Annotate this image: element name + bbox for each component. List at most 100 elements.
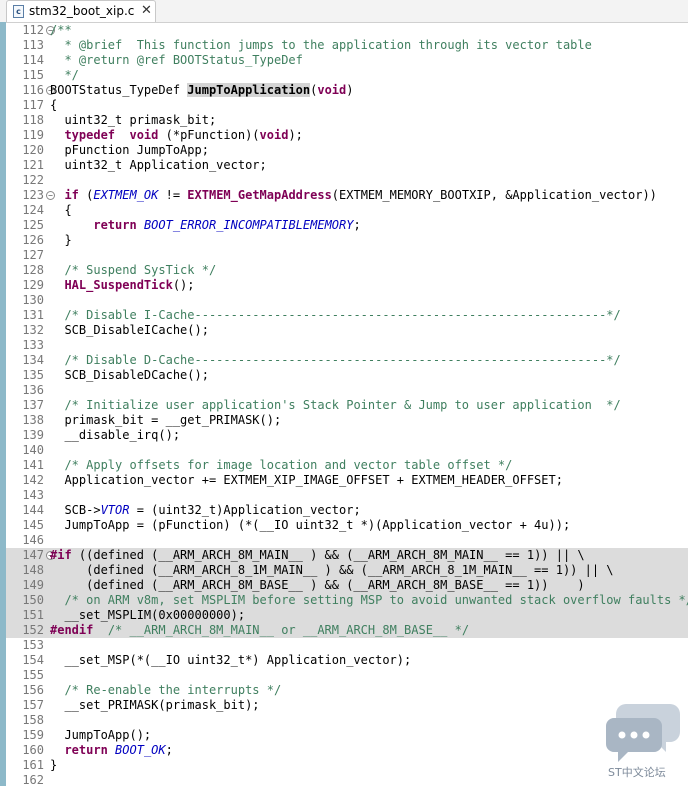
code-token: (defined (__ARM_ARCH_8_1M_MAIN__ ) && (_…	[50, 563, 614, 577]
code-line[interactable]: 141 /* Apply offsets for image location …	[6, 458, 688, 473]
code-line[interactable]: 117 {	[6, 98, 688, 113]
code-line[interactable]: 124 {	[6, 203, 688, 218]
code-text: __set_MSPLIM(0x00000000);	[50, 608, 245, 623]
code-line[interactable]: 156 /* Re-enable the interrupts */	[6, 683, 688, 698]
code-line[interactable]: 150 /* on ARM v8m, set MSPLIM before set…	[6, 593, 688, 608]
code-line[interactable]: 147− #if ((defined (__ARM_ARCH_8M_MAIN__ …	[6, 548, 688, 563]
line-number: 128	[22, 263, 44, 277]
code-line[interactable]: 126 }	[6, 233, 688, 248]
code-line[interactable]: 143	[6, 488, 688, 503]
code-text: {	[50, 98, 57, 113]
code-line[interactable]: 138 primask_bit = __get_PRIMASK();	[6, 413, 688, 428]
code-line[interactable]: 128 /* Suspend SysTick */	[6, 263, 688, 278]
code-line[interactable]: 127	[6, 248, 688, 263]
code-line[interactable]: 142 Application_vector += EXTMEM_XIP_IMA…	[6, 473, 688, 488]
code-text: __set_MSP(*(__IO uint32_t*) Application_…	[50, 653, 411, 668]
code-comment: /* __ARM_ARCH_8M_MAIN__ or __ARM_ARCH_8M…	[107, 623, 470, 637]
code-line[interactable]: 112−/**	[6, 23, 688, 38]
code-token: SCB_DisableDCache();	[50, 368, 209, 382]
code-line[interactable]: 158	[6, 713, 688, 728]
code-text: /* Initialize user application's Stack P…	[50, 398, 620, 413]
code-line[interactable]: 129 HAL_SuspendTick();	[6, 278, 688, 293]
line-number: 136	[22, 383, 44, 397]
line-number: 151	[22, 608, 44, 622]
code-token: )	[346, 83, 354, 97]
code-line[interactable]: 148 (defined (__ARM_ARCH_8_1M_MAIN__ ) &…	[6, 563, 688, 578]
code-line[interactable]: 125 return BOOT_ERROR_INCOMPATIBLEMEMORY…	[6, 218, 688, 233]
code-line[interactable]: 161}	[6, 758, 688, 773]
code-editor[interactable]: 112−/** 113 * @brief This function jumps …	[0, 22, 688, 787]
code-line[interactable]: 118 uint32_t primask_bit;	[6, 113, 688, 128]
code-line[interactable]: 121 uint32_t Application_vector;	[6, 158, 688, 173]
code-line[interactable]: 151 __set_MSPLIM(0x00000000);	[6, 608, 688, 623]
code-line[interactable]: 130	[6, 293, 688, 308]
code-token: {	[50, 203, 72, 217]
code-line[interactable]: 120 pFunction JumpToApp;	[6, 143, 688, 158]
code-line[interactable]: 153	[6, 638, 688, 653]
code-line[interactable]: 116− BOOTStatus_TypeDef JumpToApplication…	[6, 83, 688, 98]
code-line[interactable]: 152 #endif /* __ARM_ARCH_8M_MAIN__ or __A…	[6, 623, 688, 638]
code-line[interactable]: 115 */	[6, 68, 688, 83]
code-text: /* on ARM v8m, set MSPLIM before setting…	[50, 593, 688, 608]
line-number: 115	[22, 68, 44, 82]
code-line[interactable]: 133	[6, 338, 688, 353]
close-tab-icon[interactable]: ✕	[141, 3, 152, 18]
line-number: 156	[22, 683, 44, 697]
code-line[interactable]: 145 JumpToApp = (pFunction) (*(__IO uint…	[6, 518, 688, 533]
code-line[interactable]: 146	[6, 533, 688, 548]
code-token: BOOTStatus_TypeDef	[50, 83, 188, 97]
code-text: (defined (__ARM_ARCH_8M_BASE__ ) && (__A…	[50, 578, 585, 593]
code-line[interactable]: 114 * @return @ref BOOTStatus_TypeDef	[6, 53, 688, 68]
code-keyword: void	[129, 128, 159, 142]
code-keyword: #if	[50, 548, 72, 562]
code-text: primask_bit = __get_PRIMASK();	[50, 413, 281, 428]
code-line[interactable]: 137 /* Initialize user application's Sta…	[6, 398, 688, 413]
code-line[interactable]: 144 SCB->VTOR = (uint32_t)Application_ve…	[6, 503, 688, 518]
code-line[interactable]: 160 return BOOT_OK;	[6, 743, 688, 758]
code-token: }	[50, 758, 58, 772]
code-text: * @brief This function jumps to the appl…	[50, 38, 591, 53]
code-token: ;	[353, 218, 361, 232]
code-line[interactable]: 139 __disable_irq();	[6, 428, 688, 443]
line-number: 112	[22, 23, 44, 37]
line-number: 132	[22, 323, 44, 337]
code-line[interactable]: 159 JumpToApp();	[6, 728, 688, 743]
code-line[interactable]: 119 typedef void (*pFunction)(void);	[6, 128, 688, 143]
code-line[interactable]: 113 * @brief This function jumps to the …	[6, 38, 688, 53]
code-line[interactable]: 123− if (EXTMEM_OK != EXTMEM_GetMapAddre…	[6, 188, 688, 203]
code-line[interactable]: 132 SCB_DisableICache();	[6, 323, 688, 338]
line-number: 143	[22, 488, 44, 502]
line-number: 158	[22, 713, 44, 727]
code-token: __set_PRIMASK(primask_bit);	[50, 698, 260, 712]
code-line[interactable]: 140	[6, 443, 688, 458]
code-token: JumpToApplication	[187, 83, 311, 97]
code-line[interactable]: 155	[6, 668, 688, 683]
code-text: /* Apply offsets for image location and …	[50, 458, 512, 473]
code-line[interactable]: 157 __set_PRIMASK(primask_bit);	[6, 698, 688, 713]
code-line[interactable]: 154 __set_MSP(*(__IO uint32_t*) Applicat…	[6, 653, 688, 668]
line-number: 160	[22, 743, 44, 757]
code-token: JumpToApp();	[50, 728, 152, 742]
code-line[interactable]: 131 /* Disable I-Cache------------------…	[6, 308, 688, 323]
code-token: );	[288, 128, 303, 142]
code-text: #endif /* __ARM_ARCH_8M_MAIN__ or __ARM_…	[50, 623, 469, 638]
code-line[interactable]: 134 /* Disable D-Cache------------------…	[6, 353, 688, 368]
line-number: 119	[22, 128, 44, 142]
code-comment: /* Re-enable the interrupts */	[64, 683, 282, 697]
code-text: uint32_t primask_bit;	[50, 113, 216, 128]
code-macro: BOOT_OK	[115, 743, 166, 757]
code-line[interactable]: 122	[6, 173, 688, 188]
code-text: /* Disable D-Cache----------------------…	[50, 353, 620, 368]
code-keyword: typedef	[64, 128, 116, 142]
code-text: }	[50, 758, 57, 773]
file-tab[interactable]: c stm32_boot_xip.c ✕	[6, 0, 156, 22]
code-line[interactable]: 149 (defined (__ARM_ARCH_8M_BASE__ ) && …	[6, 578, 688, 593]
line-number: 129	[22, 278, 44, 292]
code-line[interactable]: 136	[6, 383, 688, 398]
code-line[interactable]: 135 SCB_DisableDCache();	[6, 368, 688, 383]
line-number: 114	[22, 53, 44, 67]
